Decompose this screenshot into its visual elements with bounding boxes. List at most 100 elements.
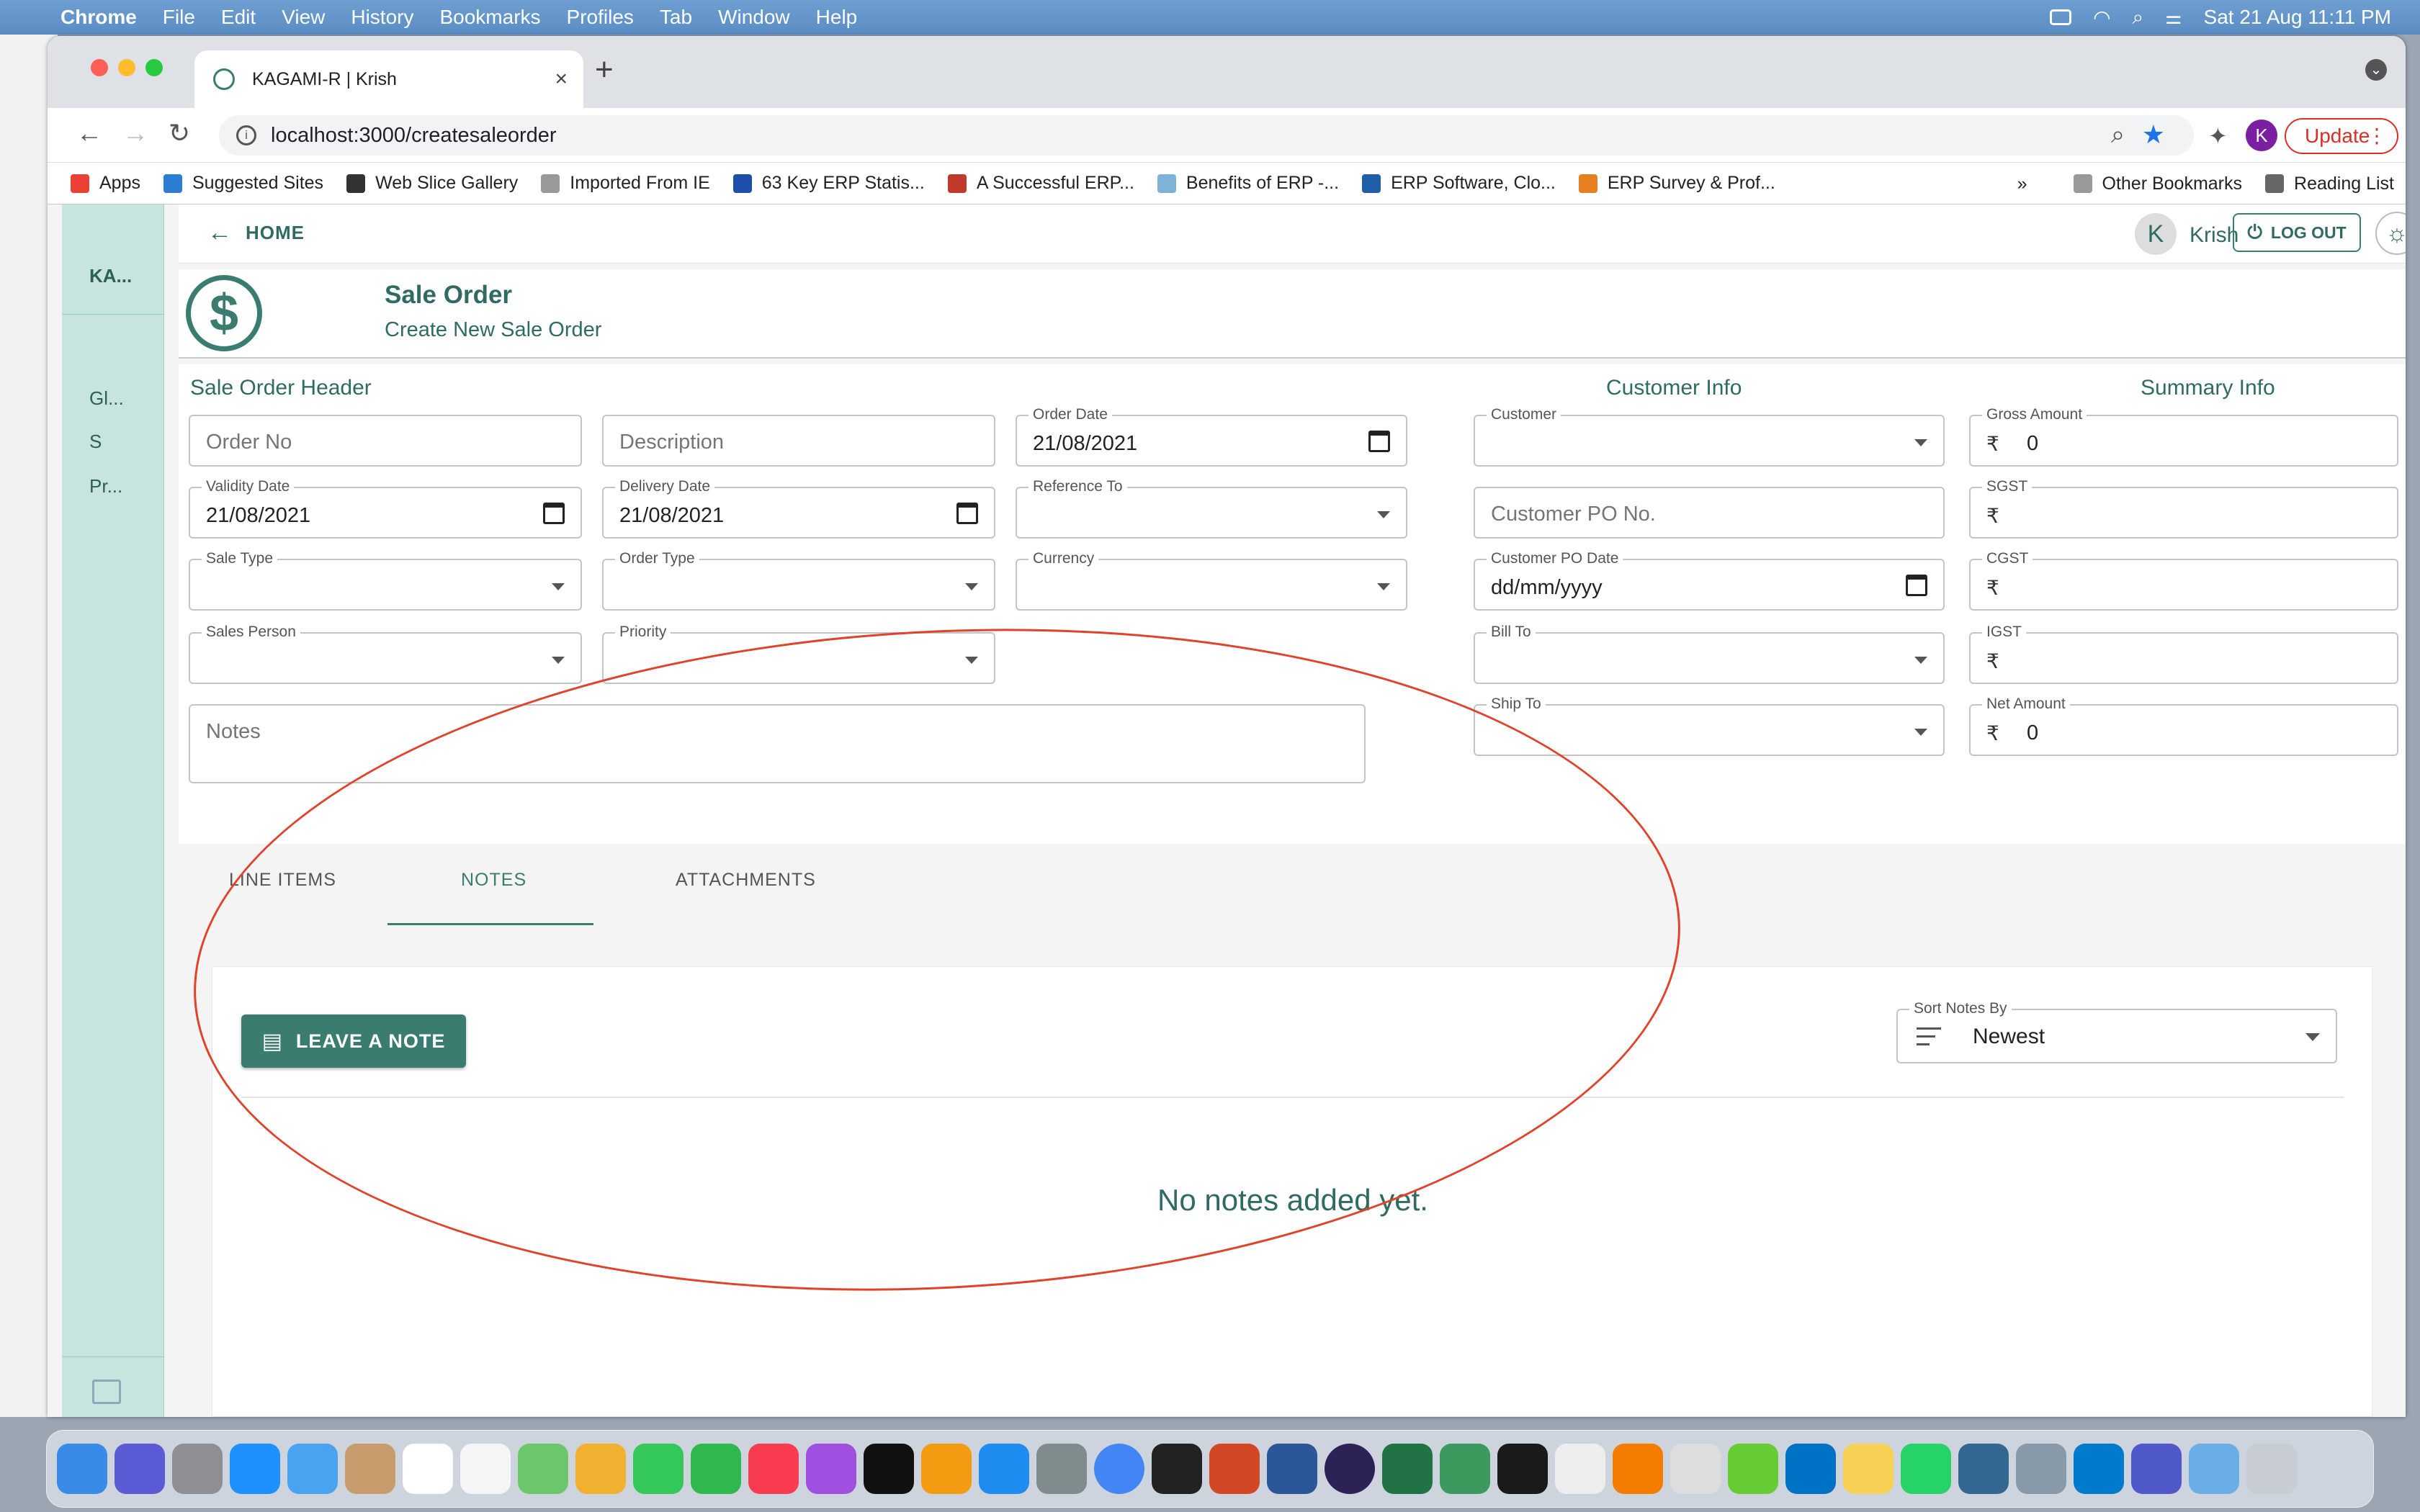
- building-icon[interactable]: [92, 1380, 121, 1404]
- menu-history[interactable]: History: [338, 6, 426, 29]
- logout-button[interactable]: ⏻ LOG OUT: [2233, 213, 2361, 252]
- safari-icon[interactable]: [230, 1444, 280, 1494]
- control-center-icon[interactable]: ⚌: [2165, 6, 2182, 29]
- customer-po-date-field[interactable]: Customer PO Date dd/mm/yyyy: [1474, 550, 1945, 611]
- menu-window[interactable]: Window: [705, 6, 803, 29]
- net-amount-field[interactable]: Net Amount ₹ 0: [1969, 696, 2398, 756]
- notes-icon[interactable]: [1843, 1444, 1894, 1494]
- eclipse-icon[interactable]: [1325, 1444, 1375, 1494]
- facetime-icon[interactable]: [691, 1444, 741, 1494]
- calendar-app-icon[interactable]: [403, 1444, 453, 1494]
- bookmark-erp-software[interactable]: ERP Software, Clo...: [1362, 173, 1556, 194]
- activity-monitor-icon[interactable]: [1497, 1444, 1548, 1494]
- address-bar[interactable]: i localhost:3000/createsaleorder ⌕ ★: [219, 115, 2194, 156]
- messages-icon[interactable]: [633, 1444, 684, 1494]
- sidebar-item-1[interactable]: Gl...: [89, 387, 124, 410]
- more-bookmarks-icon[interactable]: »: [2017, 174, 2027, 194]
- validity-date-field[interactable]: Validity Date 21/08/2021: [189, 478, 582, 539]
- reload-icon[interactable]: ↻: [169, 118, 190, 148]
- calendar-icon[interactable]: [1368, 431, 1390, 452]
- cgst-field[interactable]: CGST ₹: [1969, 550, 2398, 611]
- word-icon[interactable]: [1267, 1444, 1317, 1494]
- maximize-window-icon[interactable]: [145, 59, 163, 76]
- maps-icon[interactable]: [518, 1444, 568, 1494]
- teams-icon[interactable]: [2131, 1444, 2182, 1494]
- bookmark-successful-erp[interactable]: A Successful ERP...: [947, 173, 1134, 194]
- whatsapp-icon[interactable]: [1901, 1444, 1951, 1494]
- bookmark-erp-statistics[interactable]: 63 Key ERP Statis...: [732, 173, 925, 194]
- sketch-pen-icon[interactable]: [1613, 1444, 1663, 1494]
- mongodb-compass-icon[interactable]: [1440, 1444, 1490, 1494]
- sort-notes-select[interactable]: Sort Notes By Newest: [1896, 1000, 2337, 1063]
- sale-type-select[interactable]: Sale Type: [189, 550, 582, 611]
- menu-app-name[interactable]: Chrome: [48, 6, 150, 29]
- close-window-icon[interactable]: [91, 59, 108, 76]
- sgst-field[interactable]: SGST ₹: [1969, 478, 2398, 539]
- bookmark-star-icon[interactable]: ★: [2142, 120, 2165, 150]
- bookmark-imported-from-ie[interactable]: Imported From IE: [541, 173, 710, 194]
- order-type-select[interactable]: Order Type: [602, 550, 995, 611]
- sidebar-item-2[interactable]: S: [89, 431, 102, 453]
- site-info-icon[interactable]: i: [236, 125, 256, 145]
- trash-icon[interactable]: [2246, 1444, 2297, 1494]
- close-tab-icon[interactable]: ×: [555, 67, 568, 91]
- bookmark-suggested-sites[interactable]: Suggested Sites: [163, 173, 323, 194]
- tab-search-icon[interactable]: ⌄: [2365, 59, 2387, 81]
- menu-tab[interactable]: Tab: [647, 6, 705, 29]
- menu-view[interactable]: View: [269, 6, 338, 29]
- update-button[interactable]: Update ⋮: [2285, 118, 2398, 154]
- reference-to-select[interactable]: Reference To: [1016, 478, 1407, 539]
- bill-to-select[interactable]: Bill To: [1474, 624, 1945, 684]
- preview-icon[interactable]: [2016, 1444, 2066, 1494]
- bookmark-web-slice-gallery[interactable]: Web Slice Gallery: [346, 173, 518, 194]
- app-store-icon[interactable]: [979, 1444, 1029, 1494]
- music-icon[interactable]: [748, 1444, 799, 1494]
- xcode-icon[interactable]: [1555, 1444, 1605, 1494]
- zoom-icon[interactable]: ⌕: [2111, 121, 2125, 149]
- calendar-icon[interactable]: [956, 503, 978, 524]
- minimize-window-icon[interactable]: [118, 59, 135, 76]
- numbers-icon[interactable]: [1728, 1444, 1778, 1494]
- customer-po-no-field[interactable]: Customer PO No.: [1474, 487, 1945, 539]
- chrome-icon[interactable]: [1094, 1444, 1144, 1494]
- browser-tab-active[interactable]: KAGAMI-R | Krish ×: [194, 50, 583, 108]
- description-field[interactable]: Description: [602, 415, 995, 467]
- downloads-folder-icon[interactable]: [2189, 1444, 2239, 1494]
- contacts-icon[interactable]: [345, 1444, 395, 1494]
- bookmark-apps[interactable]: Apps: [71, 173, 140, 194]
- outlook-icon[interactable]: [1785, 1444, 1836, 1494]
- bookmark-benefits-of-erp[interactable]: Benefits of ERP -...: [1157, 173, 1339, 194]
- vscode-icon[interactable]: [2074, 1444, 2124, 1494]
- menu-file[interactable]: File: [150, 6, 208, 29]
- delivery-date-field[interactable]: Delivery Date 21/08/2021: [602, 478, 995, 539]
- books-icon[interactable]: [921, 1444, 972, 1494]
- theme-toggle-sun-icon[interactable]: ☼: [2375, 212, 2406, 255]
- reading-list[interactable]: Reading List: [2265, 174, 2394, 194]
- forward-arrow-icon[interactable]: →: [122, 118, 148, 148]
- customer-select[interactable]: Customer: [1474, 406, 1945, 467]
- order-no-field[interactable]: Order No: [189, 415, 582, 467]
- user-avatar[interactable]: K: [2135, 213, 2177, 255]
- spotlight-search-icon[interactable]: ⌕: [2133, 6, 2144, 30]
- new-tab-icon[interactable]: +: [595, 52, 614, 88]
- system-preferences-icon[interactable]: [1036, 1444, 1087, 1494]
- home-button[interactable]: ← HOME: [207, 219, 305, 247]
- finder-icon[interactable]: [57, 1444, 107, 1494]
- menu-bookmarks[interactable]: Bookmarks: [426, 6, 553, 29]
- wifi-icon[interactable]: ◠: [2093, 6, 2110, 30]
- menubar-clock[interactable]: Sat 21 Aug 11:11 PM: [2204, 6, 2391, 29]
- excel-icon[interactable]: [1382, 1444, 1433, 1494]
- sidebar-brand[interactable]: KA...: [89, 265, 132, 287]
- battery-icon[interactable]: [2050, 9, 2072, 25]
- extensions-puzzle-icon[interactable]: ✦: [2208, 122, 2228, 150]
- order-date-field[interactable]: Order Date 21/08/2021: [1016, 406, 1407, 467]
- other-bookmarks[interactable]: Other Bookmarks: [2073, 174, 2242, 194]
- profile-avatar[interactable]: K: [2246, 120, 2277, 151]
- bookmark-erp-survey[interactable]: ERP Survey & Prof...: [1578, 173, 1775, 194]
- sidebar-item-3[interactable]: Pr...: [89, 475, 122, 498]
- mail-icon[interactable]: [287, 1444, 338, 1494]
- back-arrow-icon[interactable]: ←: [76, 118, 102, 148]
- gross-amount-field[interactable]: Gross Amount ₹ 0: [1969, 406, 2398, 467]
- textedit-icon[interactable]: [1670, 1444, 1721, 1494]
- terminal-icon[interactable]: [1152, 1444, 1202, 1494]
